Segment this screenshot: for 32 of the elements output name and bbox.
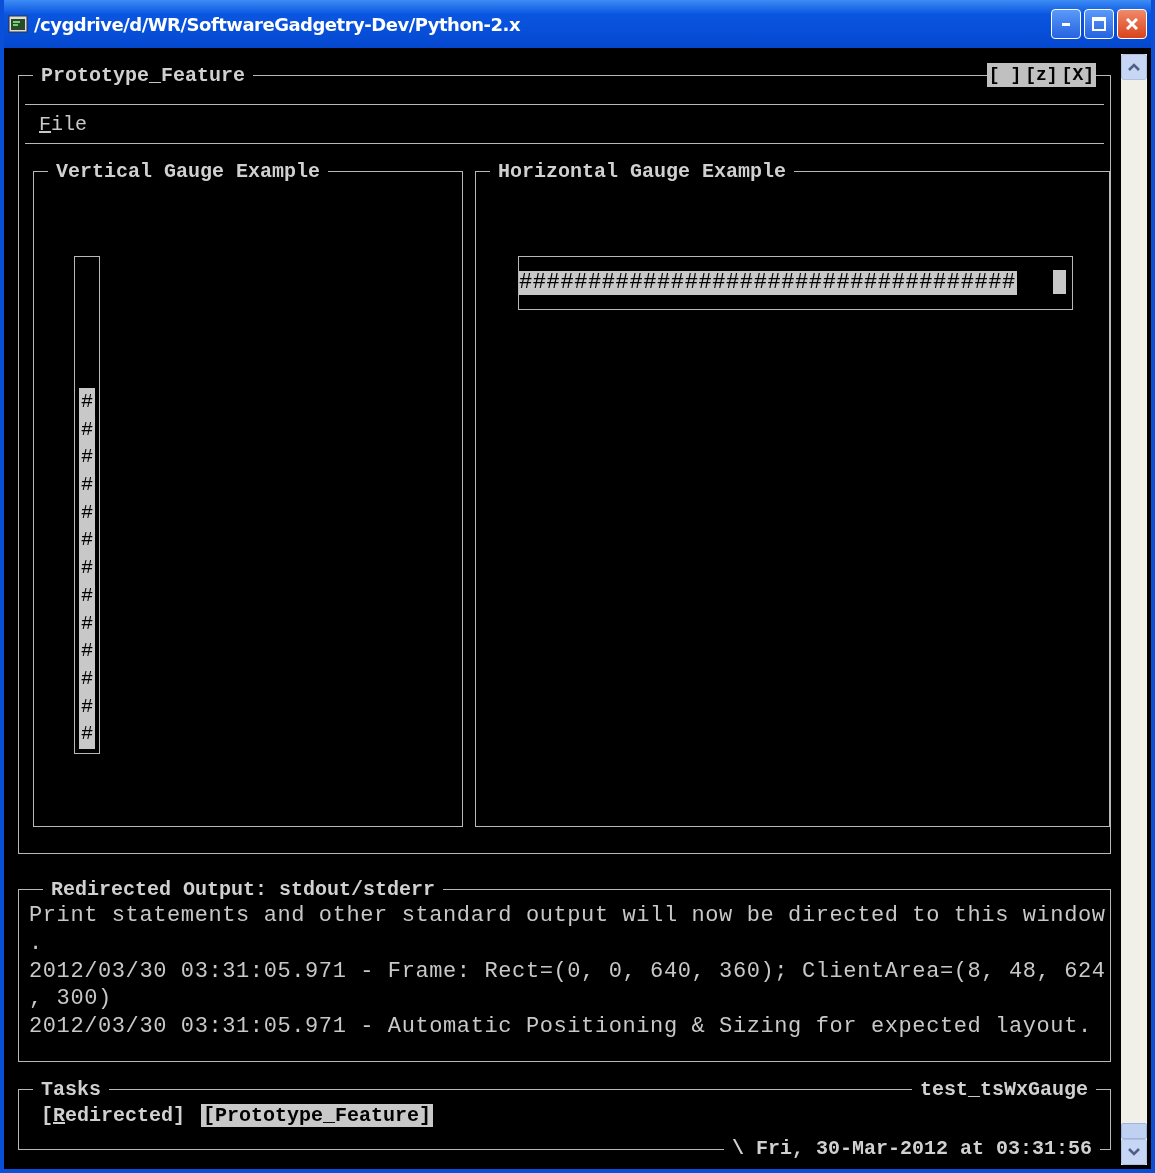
window-title: /cygdrive/d/WR/SoftwareGadgetry-Dev/Python-2.x [34, 13, 522, 35]
text-cursor [1053, 270, 1066, 294]
caret-up-icon [1128, 63, 1140, 71]
maximize-icon [1092, 17, 1106, 31]
output-line: 2012/03/30 03:31:05.971 - Automatic Positioning & Sizing for expected layout. [29, 1013, 1093, 1041]
minimize-icon [1062, 22, 1070, 26]
caret-down-icon [1128, 1148, 1140, 1156]
menu-item[interactable]: File [39, 112, 88, 136]
task-tab[interactable]: [Prototype_Feature] [201, 1104, 434, 1128]
scroll-thumb[interactable] [1121, 1123, 1147, 1139]
gauge-fill: #################################### [519, 271, 1017, 295]
panel-title: Horizontal Gauge Example [490, 159, 795, 183]
output-line: Print statements and other standard output will now be directed to this window [29, 902, 1107, 930]
minimize-button[interactable] [1051, 9, 1081, 39]
gauge-fill: ############# [79, 387, 95, 749]
close-icon [1126, 18, 1138, 30]
frame-control-button[interactable]: [ ] [986, 63, 1024, 87]
panel-title: Redirected Output: stdout/stderr [43, 877, 444, 901]
output-line: 2012/03/30 03:31:05.971 - Frame: Rect=(0, 0, 640, 360); ClientArea=(8, 48, 624 [29, 957, 1107, 986]
output-line: . [29, 929, 44, 958]
status-clock: \ Fri, 30-Mar-2012 at 03:31:56 [731, 1137, 1092, 1160]
vertical-scrollbar[interactable] [1121, 54, 1147, 1165]
panel-title: Vertical Gauge Example [48, 159, 329, 183]
frame-control-button[interactable]: [X] [1059, 63, 1096, 87]
scroll-up-button[interactable] [1121, 54, 1147, 80]
terminal-icon [8, 14, 28, 34]
scroll-down-button[interactable] [1121, 1139, 1147, 1165]
maximize-button[interactable] [1084, 9, 1114, 39]
task-tab[interactable]: [Redirected] [39, 1104, 188, 1128]
output-line: , 300) [29, 985, 113, 1014]
close-button[interactable] [1117, 9, 1147, 39]
frame-control-button[interactable]: [z] [1023, 63, 1060, 87]
